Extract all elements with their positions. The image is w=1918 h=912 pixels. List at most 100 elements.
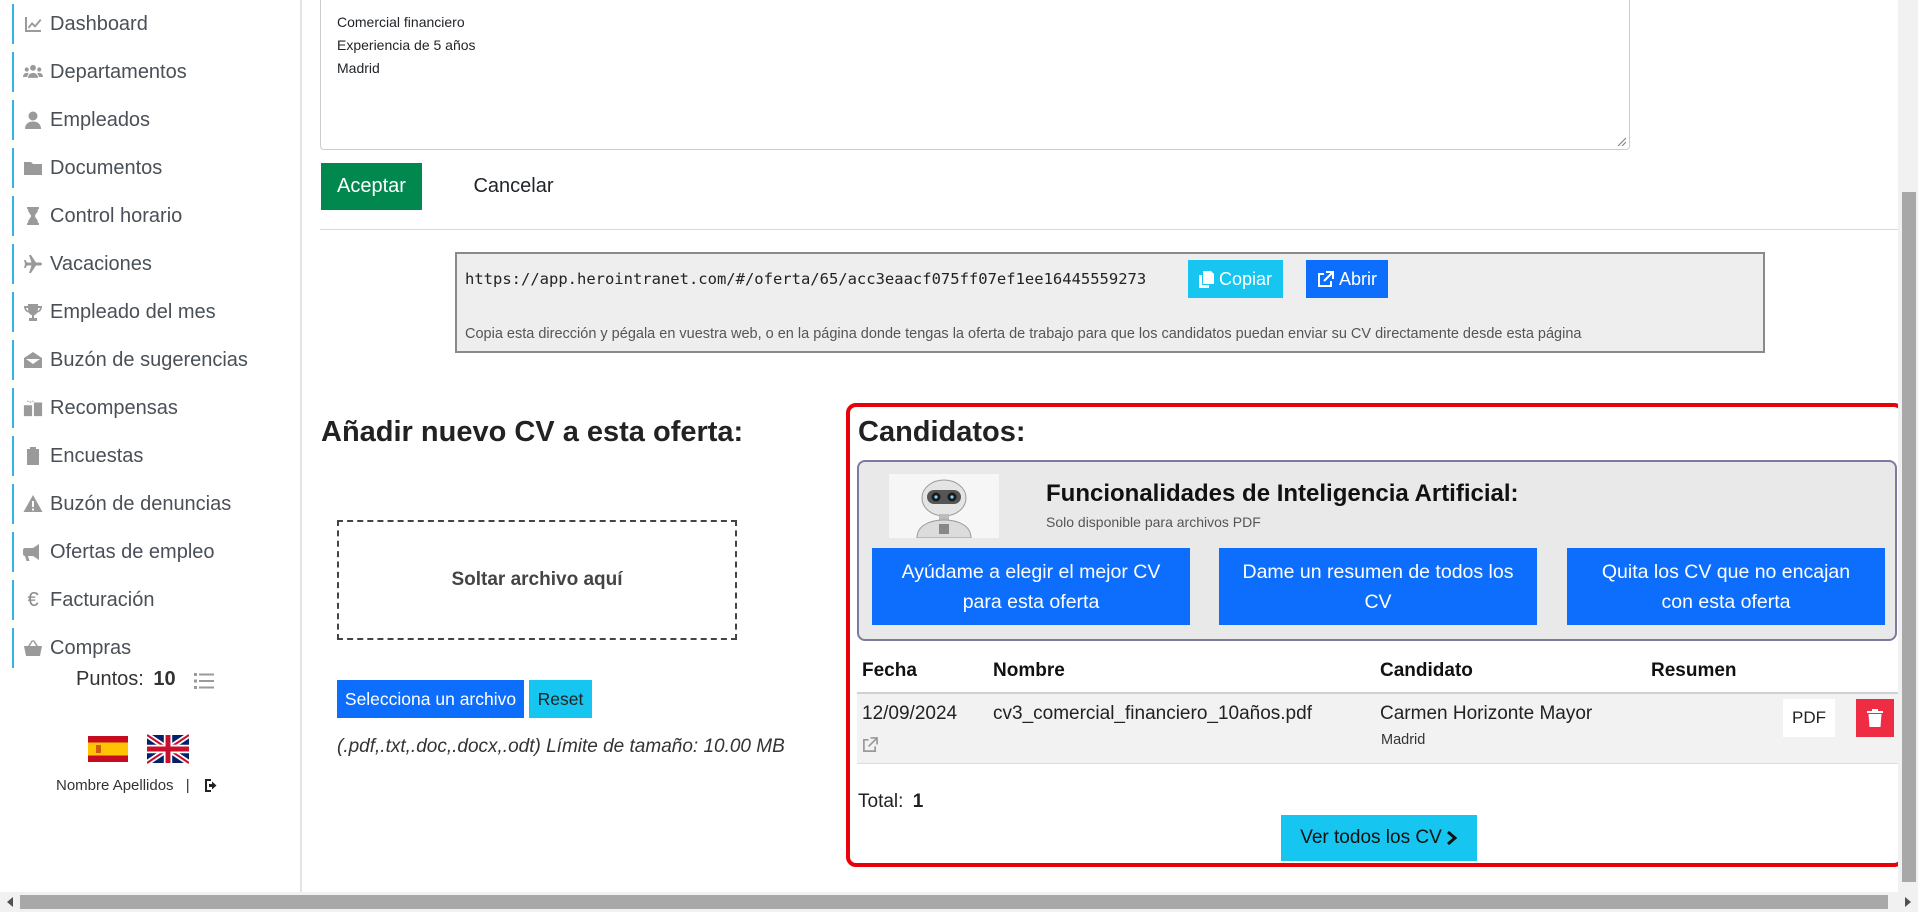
sidebar-item-label: Buzón de denuncias (50, 492, 232, 515)
copy-button[interactable]: Copiar (1188, 260, 1283, 298)
separator: | (185, 777, 190, 794)
row-candidato: Carmen Horizonte Mayor (1380, 703, 1593, 724)
sidebar-item-empleado-del-mes[interactable]: Empleado del mes (12, 292, 292, 332)
users-icon (22, 62, 44, 82)
robot-image (889, 474, 999, 538)
total-value: 1 (912, 791, 924, 812)
user-icon (22, 110, 44, 130)
uk-flag-icon[interactable] (145, 732, 191, 766)
sidebar-item-label: Dashboard (50, 12, 148, 35)
sidebar-item-label: Departamentos (50, 60, 187, 83)
total-label: Total: (858, 791, 904, 812)
sidebar-item-control-horario[interactable]: Control horario (12, 196, 292, 236)
warning-icon (22, 494, 44, 514)
basket-icon (22, 638, 44, 658)
user-footer: Nombre Apellidos | (56, 777, 198, 794)
share-help-text: Copia esta dirección y pégala en vuestra… (465, 326, 1582, 342)
bullhorn-icon (22, 542, 44, 562)
sidebar-item-vacaciones[interactable]: Vacaciones (12, 244, 292, 284)
open-label: Abrir (1338, 268, 1377, 289)
resize-grip-icon[interactable] (1616, 136, 1626, 146)
points-display: Puntos: 10 (76, 668, 176, 691)
column-header-fecha[interactable]: Fecha (862, 660, 917, 682)
chart-line-icon (22, 14, 44, 34)
points-value: 10 (153, 668, 176, 690)
scroll-right-icon[interactable] (1904, 897, 1912, 907)
user-name[interactable]: Nombre Apellidos (56, 777, 174, 794)
sidebar-item-recompensas[interactable]: Recompensas (12, 388, 292, 428)
sidebar-item-documentos[interactable]: Documentos (12, 148, 292, 188)
sidebar-item-buzon-denuncias[interactable]: Buzón de denuncias (12, 484, 292, 524)
ai-filter-button[interactable]: Quita los CV que no encajan con esta ofe… (1567, 548, 1885, 625)
pdf-button[interactable]: PDF (1783, 699, 1835, 737)
logout-icon[interactable] (204, 778, 220, 798)
chevron-right-icon (1446, 830, 1458, 846)
folder-icon (22, 158, 44, 178)
clipboard-icon (22, 446, 44, 466)
total-count: Total: 1 (858, 791, 923, 813)
sidebar-item-label: Facturación (50, 588, 155, 611)
copy-icon (1198, 270, 1214, 288)
sidebar-item-compras[interactable]: Compras (12, 628, 292, 668)
row-nombre[interactable]: cv3_comercial_financiero_10años.pdf (993, 703, 1312, 725)
hourglass-icon (22, 206, 44, 226)
upload-title: Añadir nuevo CV a esta oferta: (321, 416, 744, 448)
ai-summary-button[interactable]: Dame un resumen de todos los CV (1219, 548, 1537, 625)
sidebar-item-ofertas-empleo[interactable]: Ofertas de empleo (12, 532, 292, 572)
reset-button[interactable]: Reset (529, 680, 592, 718)
column-header-resumen[interactable]: Resumen (1651, 660, 1737, 682)
sidebar-item-encuestas[interactable]: Encuestas (12, 436, 292, 476)
description-line: Madrid (337, 60, 380, 76)
sidebar-item-label: Empleados (50, 108, 151, 131)
sidebar-item-label: Empleado del mes (50, 300, 216, 323)
sidebar-item-departamentos[interactable]: Departamentos (12, 52, 292, 92)
column-header-candidato[interactable]: Candidato (1380, 660, 1473, 682)
row-ciudad: Madrid (1381, 732, 1426, 748)
view-all-cv-button[interactable]: Ver todos los CV (1281, 815, 1477, 861)
sidebar-item-label: Vacaciones (50, 252, 152, 275)
row-fecha: 12/09/2024 (862, 703, 958, 724)
gifts-icon (22, 398, 44, 418)
trash-icon (1867, 709, 1883, 727)
sidebar-item-label: Ofertas de empleo (50, 540, 215, 563)
envelope-open-icon (22, 350, 44, 370)
sidebar-item-label: Buzón de sugerencias (50, 348, 248, 371)
view-all-label: Ver todos los CV (1300, 827, 1442, 848)
external-link-icon[interactable] (862, 737, 878, 758)
sidebar-item-empleados[interactable]: Empleados (12, 100, 292, 140)
ai-best-cv-button[interactable]: Ayúdame a elegir el mejor CV para esta o… (872, 548, 1190, 625)
points-label: Puntos: (76, 668, 144, 690)
file-limit-hint: (.pdf,.txt,.doc,.docx,.odt) Límite de ta… (337, 736, 785, 757)
description-line: Experiencia de 5 años (337, 37, 476, 53)
sidebar-item-buzon-sugerencias[interactable]: Buzón de sugerencias (12, 340, 292, 380)
list-icon[interactable] (194, 672, 214, 695)
trophy-icon (22, 302, 44, 322)
euro-icon: € (27, 588, 39, 611)
sidebar-item-label: Compras (50, 636, 132, 659)
plane-icon (22, 254, 44, 274)
sidebar-item-label: Control horario (50, 204, 183, 227)
delete-button[interactable] (1856, 699, 1894, 737)
share-url[interactable]: https://app.herointranet.com/#/oferta/65… (465, 270, 1146, 288)
candidates-title: Candidatos: (858, 416, 1026, 448)
sidebar-item-label: Encuestas (50, 444, 144, 467)
divider (320, 229, 1900, 230)
sidebar-item-label: Documentos (50, 156, 163, 179)
copy-label: Copiar (1218, 268, 1273, 289)
description-textarea[interactable]: Comercial financiero Experiencia de 5 añ… (320, 0, 1630, 150)
horizontal-scrollbar-thumb[interactable] (20, 895, 1888, 909)
dropzone[interactable]: Soltar archivo aquí (337, 520, 737, 640)
sidebar-item-facturacion[interactable]: € Facturación (12, 580, 292, 620)
sidebar-item-dashboard[interactable]: Dashboard (12, 4, 292, 44)
share-url-box: https://app.herointranet.com/#/oferta/65… (455, 252, 1765, 353)
scroll-left-icon[interactable] (6, 897, 14, 907)
ai-title: Funcionalidades de Inteligencia Artifici… (1046, 480, 1519, 507)
open-button[interactable]: Abrir (1306, 260, 1388, 298)
spanish-flag-icon[interactable] (88, 736, 128, 762)
cancel-button[interactable]: Cancelar (460, 163, 567, 210)
vertical-scrollbar-thumb[interactable] (1902, 192, 1916, 882)
sidebar: Dashboard Departamentos Empleados Docume… (0, 0, 302, 892)
accept-button[interactable]: Aceptar (321, 163, 422, 210)
column-header-nombre[interactable]: Nombre (993, 660, 1065, 682)
select-file-button[interactable]: Selecciona un archivo (337, 680, 524, 718)
